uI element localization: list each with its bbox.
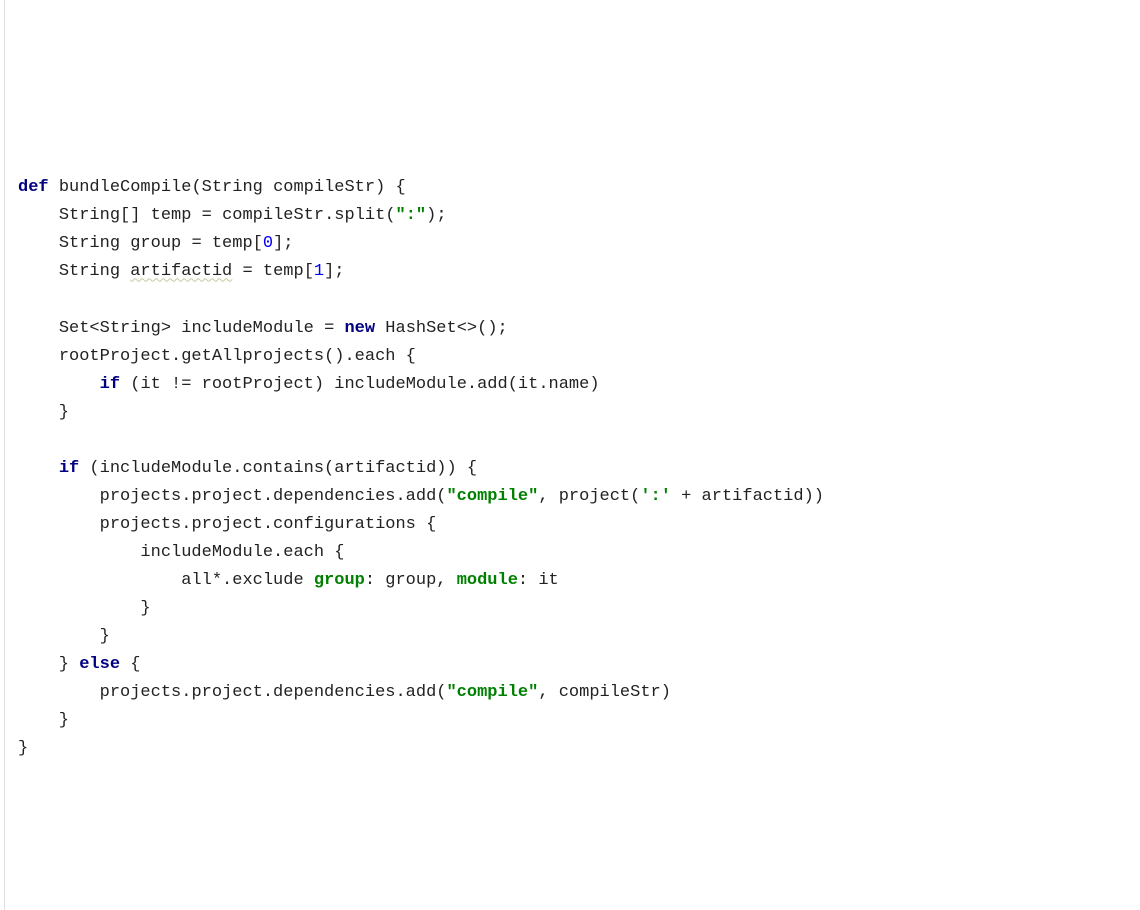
gutter-line bbox=[4, 0, 5, 910]
l14-m: each bbox=[283, 543, 324, 562]
l12-a2c: + artifactid)) bbox=[671, 487, 824, 506]
keyword-new: new bbox=[344, 319, 375, 338]
string-literal: "compile" bbox=[446, 683, 538, 702]
number-literal: 0 bbox=[263, 234, 273, 253]
l3-var: group bbox=[130, 234, 181, 253]
keyword-def: def bbox=[18, 178, 49, 197]
l7-m2: each bbox=[355, 347, 396, 366]
l6-var: includeModule bbox=[181, 319, 314, 338]
map-key-module: module bbox=[457, 571, 518, 590]
string-literal: ":" bbox=[396, 206, 427, 225]
l2-obj: compileStr bbox=[222, 206, 324, 225]
number-literal: 1 bbox=[314, 262, 324, 281]
l6-type-outer: Set bbox=[59, 319, 90, 338]
l8-m: add bbox=[477, 375, 508, 394]
keyword-if: if bbox=[59, 459, 79, 478]
l6-ctor: HashSet<> bbox=[385, 319, 477, 338]
l3-rhs: temp bbox=[212, 234, 253, 253]
l2-method: split bbox=[334, 206, 385, 225]
l3-type: String bbox=[59, 234, 120, 253]
l14-obj: includeModule bbox=[140, 543, 273, 562]
l2-var: temp bbox=[151, 206, 192, 225]
l13-chain: projects.project.configurations bbox=[100, 515, 416, 534]
l7-m1: getAllprojects bbox=[181, 347, 324, 366]
l12-a2a: project( bbox=[559, 487, 641, 506]
l8-arg: it.name bbox=[518, 375, 589, 394]
l7-obj: rootProject bbox=[59, 347, 171, 366]
l4-var: artifactid bbox=[130, 262, 232, 281]
string-literal: ':' bbox=[640, 487, 671, 506]
function-name: bundleCompile bbox=[59, 178, 192, 197]
param-type: String bbox=[202, 178, 263, 197]
code-block: def bundleCompile(String compileStr) { S… bbox=[18, 174, 1136, 763]
l8-lhs: it bbox=[140, 375, 160, 394]
l15-v1: group, bbox=[375, 571, 457, 590]
l8-rhs: rootProject bbox=[202, 375, 314, 394]
string-literal: "compile" bbox=[446, 487, 538, 506]
l19-chain: projects.project.dependencies.add bbox=[100, 683, 437, 702]
l15-v2: it bbox=[528, 571, 559, 590]
l8-obj: includeModule bbox=[334, 375, 467, 394]
map-key-group: group bbox=[314, 571, 365, 590]
l15-lhs: all*.exclude bbox=[181, 571, 314, 590]
keyword-else: else bbox=[79, 655, 120, 674]
l11-cond: includeModule.contains(artifactid) bbox=[100, 459, 447, 478]
l4-rhs: temp bbox=[263, 262, 304, 281]
l19-arg2: compileStr bbox=[559, 683, 661, 702]
l12-chain: projects.project.dependencies.add bbox=[100, 487, 437, 506]
l4-type: String bbox=[59, 262, 120, 281]
param-name: compileStr bbox=[273, 178, 375, 197]
l2-type: String[] bbox=[59, 206, 141, 225]
l6-type-inner: String bbox=[100, 319, 161, 338]
keyword-if: if bbox=[100, 375, 120, 394]
